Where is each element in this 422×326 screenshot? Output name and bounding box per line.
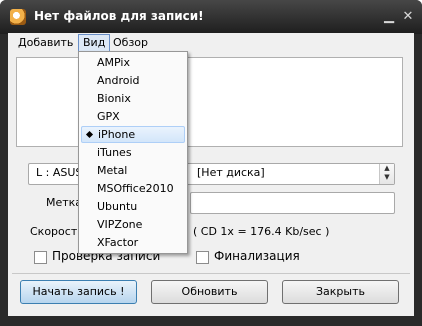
client-area: Добавить Вид Обзор L : ASUS [Нет диска] … — [8, 33, 414, 316]
menu-item-label: XFactor — [97, 236, 139, 249]
checkbox-box[interactable] — [196, 251, 209, 264]
menu-item-ubuntu[interactable]: Ubuntu — [81, 198, 185, 215]
app-window: Нет файлов для записи! ▁ ✕ Добавить Вид … — [0, 0, 422, 326]
title-bar[interactable]: Нет файлов для записи! ▁ ✕ — [0, 0, 422, 34]
menu-item-gpx[interactable]: GPX — [81, 108, 185, 125]
menu-item-vipzone[interactable]: VIPZone — [81, 216, 185, 233]
menu-item-label: GPX — [97, 110, 120, 123]
menu-item-label: MSOffice2010 — [97, 182, 174, 195]
spin-arrows-icon[interactable]: ▲ ▼ — [379, 164, 394, 184]
menu-item-metal[interactable]: Metal — [81, 162, 185, 179]
menu-item-xfactor[interactable]: XFactor — [81, 234, 185, 251]
view-dropdown-menu: AMPix Android Bionix GPX iPhone iTunes M… — [78, 51, 188, 254]
menu-item-label: AMPix — [97, 56, 130, 69]
menu-item-label: iTunes — [97, 146, 132, 159]
menu-item-label: Bionix — [97, 92, 131, 105]
menu-item-label: Ubuntu — [97, 200, 138, 213]
menu-item-bionix[interactable]: Bionix — [81, 90, 185, 107]
speed-label: Скорость — [30, 225, 84, 238]
finalize-label: Финализация — [214, 249, 300, 263]
window-title: Нет файлов для записи! — [34, 9, 204, 23]
close-icon[interactable]: ✕ — [400, 9, 416, 25]
menu-item-label: Android — [97, 74, 140, 87]
refresh-button[interactable]: Обновить — [151, 280, 268, 304]
menu-bar: Добавить Вид Обзор — [8, 33, 414, 53]
close-button[interactable]: Закрыть — [282, 280, 399, 304]
label-label: Метка — [46, 196, 83, 209]
menu-add[interactable]: Добавить — [14, 35, 77, 51]
menu-item-iphone[interactable]: iPhone — [81, 126, 185, 143]
checkbox-box[interactable] — [34, 251, 47, 264]
menu-item-label: VIPZone — [97, 218, 143, 231]
minimize-icon[interactable]: ▁ — [381, 9, 397, 25]
disc-status: [Нет диска] — [197, 166, 265, 179]
separator — [12, 273, 410, 274]
selected-bullet-icon — [85, 130, 94, 139]
menu-view[interactable]: Вид — [78, 34, 111, 52]
menu-browse[interactable]: Обзор — [109, 35, 152, 51]
menu-item-msoffice2010[interactable]: MSOffice2010 — [81, 180, 185, 197]
menu-item-itunes[interactable]: iTunes — [81, 144, 185, 161]
menu-item-label: iPhone — [98, 128, 136, 141]
file-list[interactable] — [16, 57, 403, 147]
label-input[interactable] — [190, 192, 395, 214]
menu-item-ampix[interactable]: AMPix — [81, 54, 185, 71]
drive-name: L : ASUS — [36, 166, 83, 179]
speed-info: ( CD 1x = 176.4 Kb/sec ) — [193, 225, 330, 238]
app-icon — [10, 9, 26, 25]
menu-item-android[interactable]: Android — [81, 72, 185, 89]
start-burn-button[interactable]: Начать запись ! — [20, 280, 137, 304]
menu-item-label: Metal — [97, 164, 128, 177]
